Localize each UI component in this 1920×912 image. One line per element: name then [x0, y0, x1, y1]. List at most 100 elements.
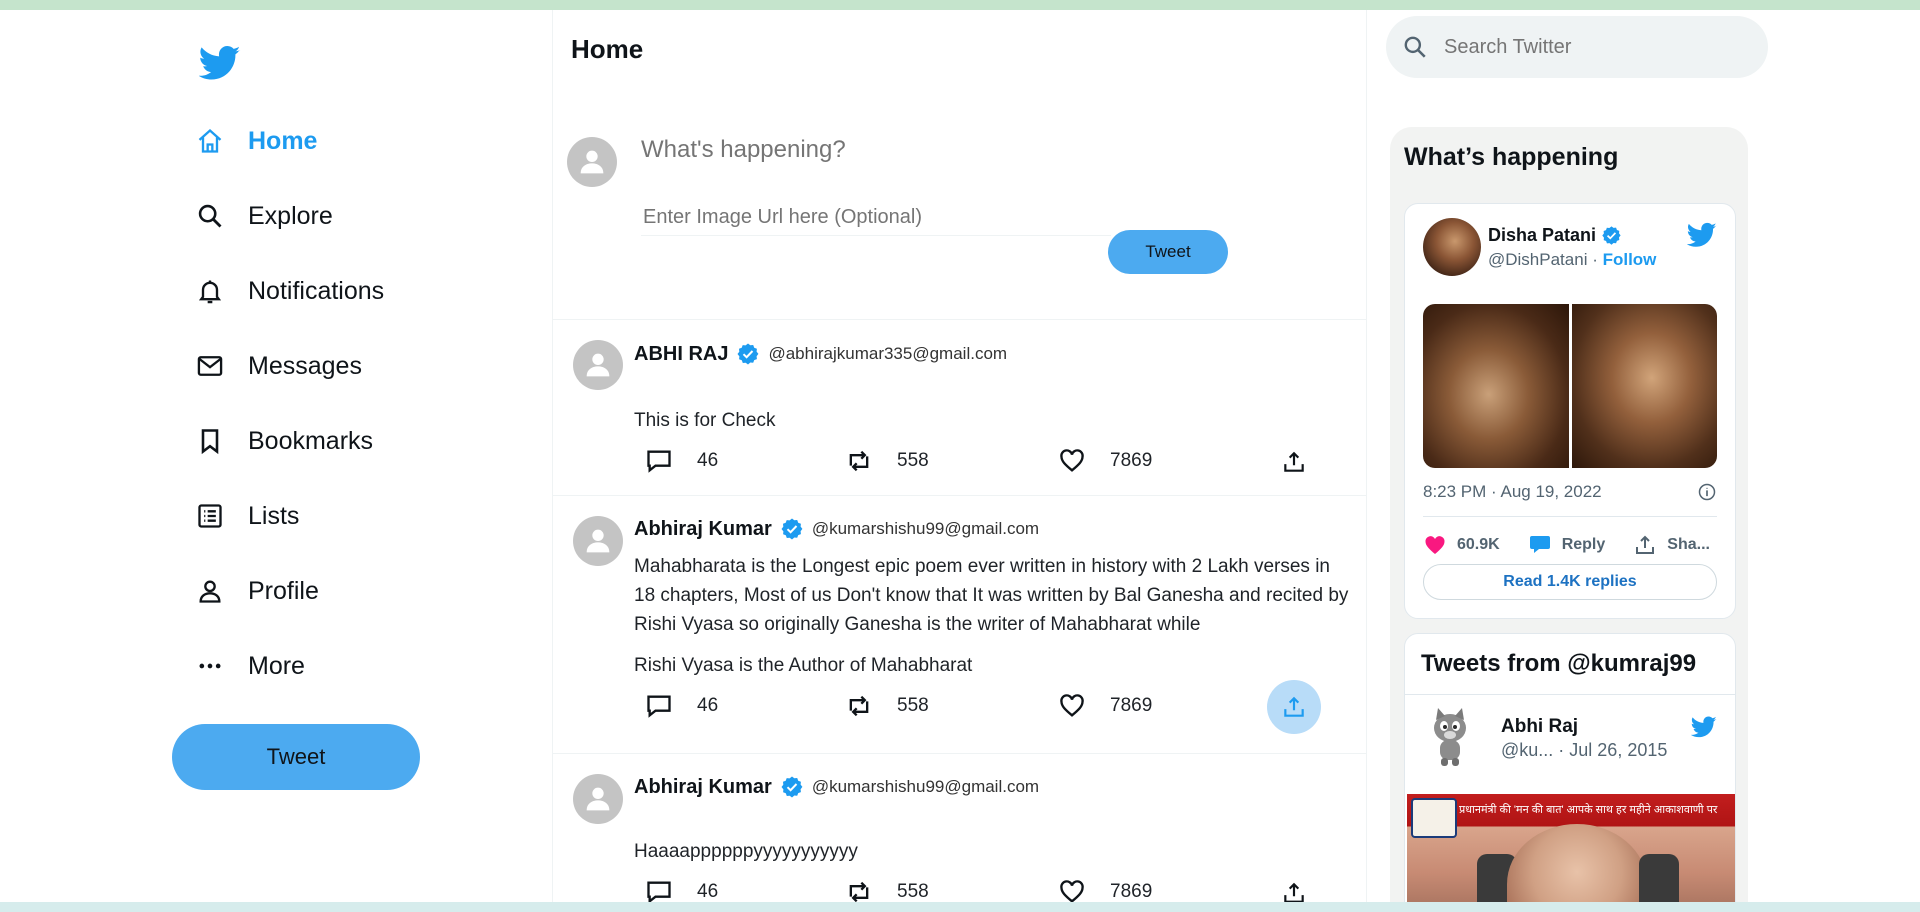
embed-author-handle[interactable]: @DishPatani	[1488, 250, 1587, 269]
follow-link[interactable]: Follow	[1603, 250, 1657, 269]
embed-photos[interactable]	[1423, 304, 1717, 468]
embedded-tweet[interactable]: Disha Patani @DishPatani · Follow 8:23 P…	[1404, 203, 1736, 619]
tweet-item[interactable]: Abhiraj Kumar @kumarshishu99@gmail.com M…	[553, 496, 1366, 754]
embed-like-count: 60.9K	[1457, 536, 1500, 553]
verified-badge-icon	[781, 518, 803, 540]
nav-profile[interactable]: Profile	[194, 566, 319, 616]
twitter-bird-icon[interactable]	[1687, 220, 1717, 250]
share-button[interactable]	[1267, 680, 1321, 734]
share-icon	[1636, 535, 1655, 554]
sidebar-tweet-button[interactable]: Tweet	[172, 724, 420, 790]
tweet-header: Abhiraj Kumar @kumarshishu99@gmail.com	[634, 775, 1039, 799]
share-icon	[1284, 882, 1304, 902]
reply-button[interactable]: 46	[645, 686, 718, 726]
nav-explore[interactable]: Explore	[194, 191, 333, 241]
compose-input[interactable]	[641, 136, 1141, 164]
tweet-item[interactable]: Abhiraj Kumar @kumarshishu99@gmail.com H…	[553, 754, 1366, 902]
tweet-actions: 46 558 7869	[645, 680, 1345, 734]
default-avatar-icon	[586, 529, 610, 553]
tweet-author-name[interactable]: Abhiraj Kumar	[634, 518, 772, 541]
tweet-author-handle[interactable]: @kumarshishu99@gmail.com	[812, 519, 1039, 539]
avatar	[567, 137, 617, 187]
nav-label: Profile	[248, 576, 319, 605]
tweet-text: This is for Check	[634, 410, 776, 431]
share-icon	[1284, 451, 1304, 472]
tweet-actions: 46 558 7869	[645, 872, 1345, 902]
embed-reply-label: Reply	[1561, 536, 1606, 553]
timeline-tweet-image[interactable]: प्रधानमंत्री की 'मन की बात' आपके साथ हर …	[1407, 794, 1735, 902]
timeline-title[interactable]: Tweets from @kumraj99	[1421, 650, 1696, 678]
embed-like-button[interactable]: 60.9K	[1423, 533, 1500, 557]
tweet-header: Abhiraj Kumar @kumarshishu99@gmail.com	[634, 517, 1039, 541]
nav-label: Explore	[248, 201, 333, 230]
embed-photo[interactable]	[1423, 304, 1569, 468]
section-title: What’s happening	[1404, 143, 1619, 171]
twitter-bird-icon[interactable]	[1691, 714, 1717, 740]
like-count: 7869	[1110, 881, 1153, 902]
reply-count: 46	[697, 450, 719, 471]
info-icon[interactable]	[1697, 482, 1717, 502]
like-button[interactable]: 7869	[1058, 441, 1152, 481]
verified-badge-icon	[737, 343, 759, 365]
headphone-shape	[1639, 854, 1679, 902]
avatar[interactable]	[1423, 218, 1481, 276]
verified-badge-icon	[781, 776, 803, 798]
embed-author-name-text: Disha Patani	[1488, 225, 1597, 245]
share-button[interactable]	[1267, 866, 1321, 902]
image-url-input[interactable]	[641, 200, 1111, 236]
tweet-text-continued: Rishi Vyasa is the Author of Mahabharat	[634, 655, 973, 676]
timeline-author-name[interactable]: Abhi Raj	[1501, 716, 1578, 738]
tweet-author-handle[interactable]: @kumarshishu99@gmail.com	[812, 777, 1039, 797]
compose-tweet-button[interactable]: Tweet	[1108, 230, 1228, 274]
reply-button[interactable]: 46	[645, 441, 718, 481]
nav-bookmarks[interactable]: Bookmarks	[194, 416, 373, 466]
tweet-author-handle[interactable]: @abhirajkumar335@gmail.com	[768, 344, 1007, 364]
embed-author-name[interactable]: Disha Patani	[1488, 225, 1622, 246]
twitter-logo-icon[interactable]	[198, 42, 241, 84]
nav-label: Lists	[248, 501, 300, 530]
nav-home[interactable]: Home	[194, 116, 317, 166]
embed-actions: 60.9K Reply Sha...	[1423, 528, 1723, 562]
embed-share-button[interactable]: Sha...	[1633, 533, 1710, 557]
reply-count: 46	[697, 881, 719, 902]
retweet-icon	[849, 450, 869, 472]
tweet-item[interactable]: ABHI RAJ @abhirajkumar335@gmail.com This…	[553, 320, 1366, 496]
browser-top-strip	[0, 0, 1920, 10]
reply-count: 46	[697, 695, 719, 716]
tweet-text: Haaaappppppyyyyyyyyyyy	[634, 841, 858, 862]
embed-reply-button[interactable]: Reply	[1528, 533, 1606, 557]
tweet-author-name[interactable]: ABHI RAJ	[634, 343, 728, 366]
search-input[interactable]	[1444, 35, 1744, 59]
like-count: 7869	[1110, 695, 1153, 716]
retweet-button[interactable]: 558	[845, 686, 929, 726]
embed-author-meta: @DishPatani · Follow	[1488, 250, 1656, 270]
cat-avatar-icon[interactable]	[1423, 706, 1477, 768]
like-count: 7869	[1110, 450, 1153, 471]
separator: ·	[1587, 250, 1603, 269]
nav-label: More	[248, 651, 305, 680]
nav-lists[interactable]: Lists	[194, 491, 299, 541]
share-button[interactable]	[1267, 435, 1321, 489]
embed-photo[interactable]	[1571, 304, 1717, 468]
embed-share-label: Sha...	[1667, 536, 1710, 553]
nav-notifications[interactable]: Notifications	[194, 266, 384, 316]
nav-messages[interactable]: Messages	[194, 341, 362, 391]
retweet-count: 558	[897, 450, 929, 471]
heart-icon	[1060, 694, 1084, 717]
retweet-button[interactable]: 558	[845, 441, 929, 481]
tweet-author-name[interactable]: Abhiraj Kumar	[634, 776, 772, 799]
default-avatar-icon	[586, 353, 610, 377]
timeline-author-meta[interactable]: @ku... · Jul 26, 2015	[1501, 740, 1667, 761]
embed-timestamp[interactable]: 8:23 PM · Aug 19, 2022	[1423, 482, 1602, 502]
retweet-button[interactable]: 558	[845, 872, 929, 902]
read-replies-button[interactable]: Read 1.4K replies	[1423, 564, 1717, 600]
like-button[interactable]: 7869	[1058, 686, 1152, 726]
like-button[interactable]: 7869	[1058, 872, 1152, 902]
left-sidebar: Home Explore Notifications Messages Book…	[170, 10, 550, 902]
reply-button[interactable]: 46	[645, 872, 718, 902]
comment-icon	[647, 450, 671, 473]
nav-label: Home	[248, 126, 318, 155]
list-icon	[194, 500, 226, 532]
nav-more[interactable]: More	[194, 641, 305, 691]
search-box[interactable]	[1386, 16, 1768, 78]
